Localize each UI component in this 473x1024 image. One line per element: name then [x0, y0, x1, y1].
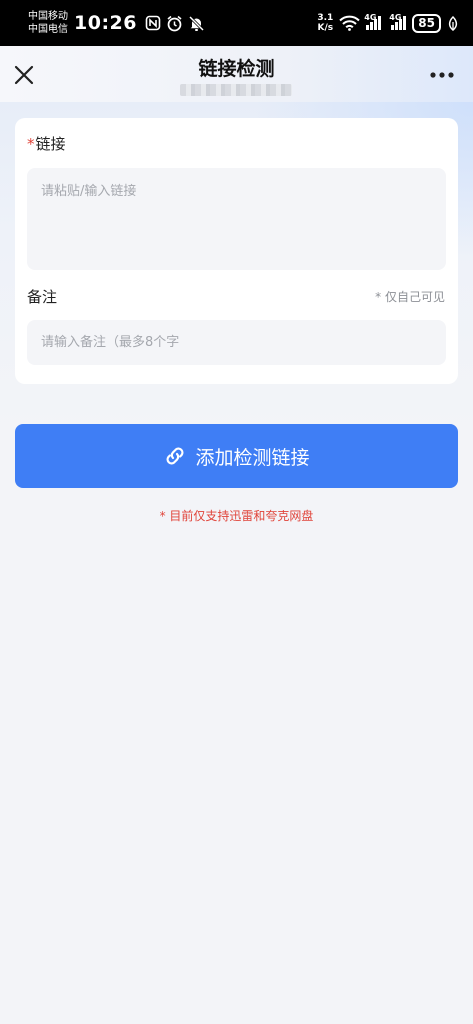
status-time: 10:26	[74, 12, 137, 34]
link-form-card: *链接 备注 * 仅自己可见	[15, 118, 458, 384]
net-speed: 3.1 K/s	[317, 13, 333, 33]
page-title: 链接检测	[198, 58, 275, 80]
link-icon	[167, 447, 184, 465]
support-note: * 目前仅支持迅雷和夸克网盘	[159, 509, 314, 523]
blurred-subtitle	[180, 84, 292, 96]
nfc-icon	[145, 15, 161, 31]
mute-bell-icon	[188, 15, 205, 31]
network-type-1: 4G	[364, 13, 377, 22]
alarm-icon	[167, 15, 182, 31]
note-label: 备注	[27, 288, 58, 306]
status-bar: 中国移动 中国电信 10:26 3.1 K/s 4G 4G 85	[0, 0, 473, 46]
net-speed-unit: K/s	[317, 23, 334, 33]
leaf-icon	[448, 15, 458, 31]
required-mark: *	[27, 135, 35, 153]
carrier-info: 中国移动 中国电信	[28, 10, 68, 36]
add-detection-link-label: 添加检测链接	[195, 446, 310, 469]
battery-indicator: 85	[412, 13, 441, 33]
note-privacy-hint: * 仅自己可见	[375, 290, 445, 304]
link-input[interactable]	[27, 168, 446, 270]
carrier-1: 中国移动	[28, 11, 68, 22]
signal-strength-1: 4G	[364, 13, 382, 30]
wifi-icon	[339, 15, 361, 31]
carrier-2: 中国电信	[28, 24, 68, 35]
net-speed-value: 3.1	[317, 13, 334, 23]
signal-strength-2: 4G	[389, 13, 407, 30]
page-header: 链接检测	[0, 46, 473, 102]
link-label: *链接	[27, 133, 66, 154]
status-icons-left	[145, 15, 205, 32]
network-type-2: 4G	[389, 13, 402, 22]
status-icons-right: 3.1 K/s 4G 4G 85	[317, 13, 459, 33]
link-label-text: 链接	[35, 135, 66, 153]
note-input[interactable]	[27, 320, 446, 365]
add-detection-link-button[interactable]: 添加检测链接	[15, 424, 458, 488]
more-dots-icon[interactable]	[429, 71, 455, 79]
